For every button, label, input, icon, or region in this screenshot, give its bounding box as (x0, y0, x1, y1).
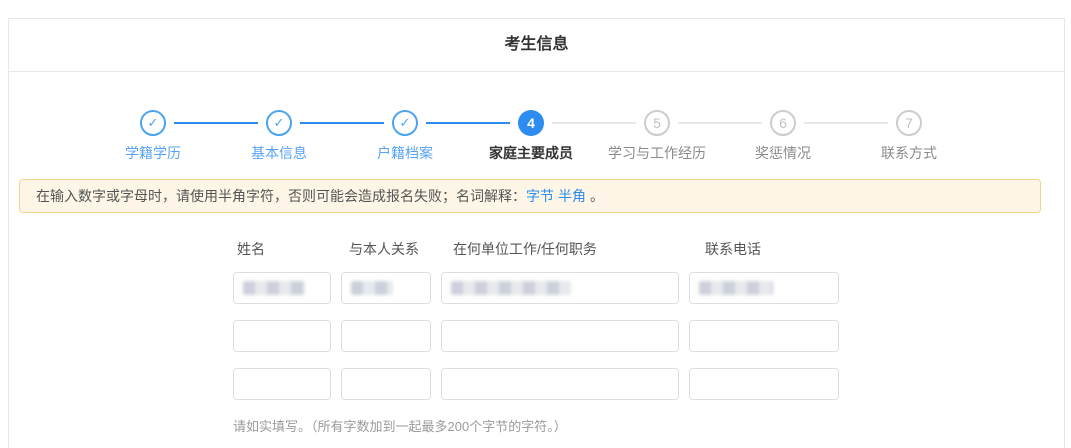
halfwidth-notice-alert: 在输入数字或字母时，请使用半角字符，否则可能会造成报名失败；名词解释：字节半角。 (19, 179, 1041, 213)
alert-suffix: 。 (590, 188, 604, 204)
step-connector (174, 122, 258, 124)
step-3-done[interactable]: ✓ 户籍档案 (342, 110, 468, 163)
family-member-row (233, 320, 855, 352)
step-connector (552, 122, 636, 124)
check-icon: ✓ (392, 110, 418, 136)
table-cell (341, 368, 431, 400)
work-unit-input-row3[interactable] (441, 368, 679, 400)
name-input-row2[interactable] (233, 320, 331, 352)
step-number-badge: 5 (644, 110, 670, 136)
step-connector (678, 122, 762, 124)
name-input-row3[interactable] (233, 368, 331, 400)
step-label: 家庭主要成员 (468, 143, 594, 163)
step-5-pending[interactable]: 5 学习与工作经历 (594, 110, 720, 163)
step-label: 奖惩情况 (720, 143, 846, 163)
form-note: 请如实填写。（所有字数加到一起最多200个字节的字符。） (233, 416, 855, 435)
column-header-work-unit: 在何单位工作/任何职务 (449, 239, 691, 259)
family-member-row (233, 272, 855, 304)
table-header-row: 姓名与本人关系在何单位工作/任何职务联系电话 (233, 239, 855, 259)
relation-input-row1[interactable] (341, 272, 431, 304)
table-cell (341, 320, 431, 352)
column-header-phone: 联系电话 (701, 239, 855, 259)
column-header-relation: 与本人关系 (345, 239, 439, 259)
table-cell (441, 272, 679, 304)
byte-definition-link[interactable]: 字节 (526, 188, 554, 204)
check-icon: ✓ (140, 110, 166, 136)
column-header-name: 姓名 (233, 239, 335, 259)
table-cell (233, 368, 331, 400)
step-number-badge: 6 (770, 110, 796, 136)
table-cell (341, 272, 431, 304)
halfwidth-definition-link[interactable]: 半角 (558, 188, 586, 204)
work-unit-input-row1[interactable] (441, 272, 679, 304)
family-members-form: 姓名与本人关系在何单位工作/任何职务联系电话 请如实填写。（所有字数加到一起最多… (233, 239, 855, 435)
table-cell (689, 272, 839, 304)
table-cell (689, 320, 839, 352)
step-4-active[interactable]: 4 家庭主要成员 (468, 110, 594, 163)
phone-input-row1[interactable] (689, 272, 839, 304)
step-label: 基本信息 (216, 143, 342, 163)
check-icon: ✓ (266, 110, 292, 136)
alert-message: 在输入数字或字母时，请使用半角字符，否则可能会造成报名失败；名词解释： (36, 188, 526, 204)
step-label: 学习与工作经历 (594, 143, 720, 163)
step-label: 联系方式 (846, 143, 972, 163)
step-1-done[interactable]: ✓ 学籍学历 (90, 110, 216, 163)
table-cell (441, 368, 679, 400)
step-connector (804, 122, 888, 124)
step-7-pending[interactable]: 7 联系方式 (846, 110, 972, 163)
step-number-badge: 7 (896, 110, 922, 136)
work-unit-input-row2[interactable] (441, 320, 679, 352)
table-cell (689, 368, 839, 400)
phone-input-row2[interactable] (689, 320, 839, 352)
table-cell (441, 320, 679, 352)
candidate-info-card: 考生信息 ✓ 学籍学历 ✓ 基本信息 ✓ 户籍档案 4 家庭主要成员 5 学习与工作经历 6 奖惩情况… (8, 18, 1065, 448)
step-label: 户籍档案 (342, 143, 468, 163)
step-2-done[interactable]: ✓ 基本信息 (216, 110, 342, 163)
step-connector (300, 122, 384, 124)
step-6-pending[interactable]: 6 奖惩情况 (720, 110, 846, 163)
table-cell (233, 272, 331, 304)
family-rows (233, 272, 855, 400)
page: 考生信息 ✓ 学籍学历 ✓ 基本信息 ✓ 户籍档案 4 家庭主要成员 5 学习与工作经历 6 奖惩情况… (0, 0, 1071, 448)
step-number-badge: 4 (518, 110, 544, 136)
name-input-row1[interactable] (233, 272, 331, 304)
relation-input-row2[interactable] (341, 320, 431, 352)
relation-input-row3[interactable] (341, 368, 431, 400)
family-member-row (233, 368, 855, 400)
phone-input-row3[interactable] (689, 368, 839, 400)
table-cell (233, 320, 331, 352)
step-label: 学籍学历 (90, 143, 216, 163)
step-connector (426, 122, 510, 124)
page-title: 考生信息 (9, 19, 1064, 72)
stepper: ✓ 学籍学历 ✓ 基本信息 ✓ 户籍档案 4 家庭主要成员 5 学习与工作经历 6 奖惩情况 7 联系方式 (90, 110, 972, 163)
